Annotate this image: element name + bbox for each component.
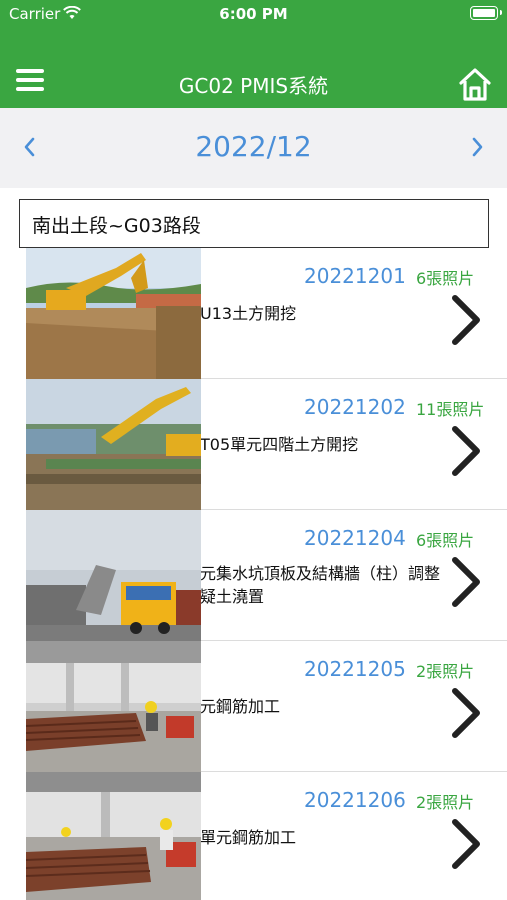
chevron-right-icon[interactable] [448,423,484,479]
photo-thumbnail [26,248,201,379]
entry-date: 20221206 [304,788,406,812]
entry-description-line: T05單元四階土方開挖 [200,435,359,454]
entry-date: 20221201 [304,264,406,288]
photo-thumbnail [26,772,201,900]
entry-description: 元集水坑頂板及結構牆（柱）調整 疑土澆置 [200,562,470,608]
status-time: 6:00 PM [219,5,288,23]
photo-count: 6張照片 [416,269,475,288]
entry-date: 20221202 [304,395,406,419]
app-title: GC02 PMIS系統 [178,74,329,98]
list-item[interactable]: 元鋼筋加工 20221205 2張照片 [0,641,507,772]
photo-thumbnail [26,510,201,641]
entry-description: U13土方開挖 [200,302,470,325]
list-item[interactable]: T05單元四階土方開挖 20221202 11張照片 [0,379,507,510]
entry-description-line: 疑土澆置 [200,587,265,606]
chevron-right-icon[interactable] [448,292,484,348]
entry-list: U13土方開挖 20221201 6張照片 T05單元四階土方開挖 202212… [0,248,507,900]
photo-thumbnail [26,379,201,510]
entry-description: 元鋼筋加工 [200,695,470,718]
entry-description-line: 元集水坑頂板及結構牆（柱）調整 [200,564,441,583]
list-item[interactable]: 單元鋼筋加工 20221206 2張照片 [0,772,507,900]
app-header: Carrier 6:00 PM GC02 PMIS系統 [0,0,507,108]
photo-count: 2張照片 [416,793,475,812]
chevron-right-icon[interactable] [448,554,484,610]
photo-thumbnail [26,641,201,772]
month-label: 2022/12 [195,130,312,163]
entry-description-line: U13土方開挖 [200,304,297,323]
section-selector[interactable]: 南出土段~G03路段 [19,199,489,248]
entry-description: 單元鋼筋加工 [200,826,470,849]
chevron-right-icon[interactable] [448,685,484,741]
battery-icon [470,6,502,20]
list-item[interactable]: U13土方開挖 20221201 6張照片 [0,248,507,379]
status-bar: Carrier 6:00 PM [0,0,507,28]
entry-date: 20221205 [304,657,406,681]
entry-description-line: 單元鋼筋加工 [200,828,297,847]
chevron-right-icon[interactable] [448,816,484,872]
entry-date: 20221204 [304,526,406,550]
photo-count: 2張照片 [416,662,475,681]
home-icon[interactable] [457,66,493,102]
section-label: 南出土段~G03路段 [32,215,201,237]
photo-count: 11張照片 [416,400,485,419]
photo-count: 6張照片 [416,531,475,550]
month-navigator: 2022/12 [0,108,507,188]
chevron-right-icon[interactable] [467,134,487,160]
entry-description-line: 元鋼筋加工 [200,697,281,716]
list-item[interactable]: 元集水坑頂板及結構牆（柱）調整 疑土澆置 20221204 6張照片 [0,510,507,641]
entry-description: T05單元四階土方開挖 [200,433,470,456]
